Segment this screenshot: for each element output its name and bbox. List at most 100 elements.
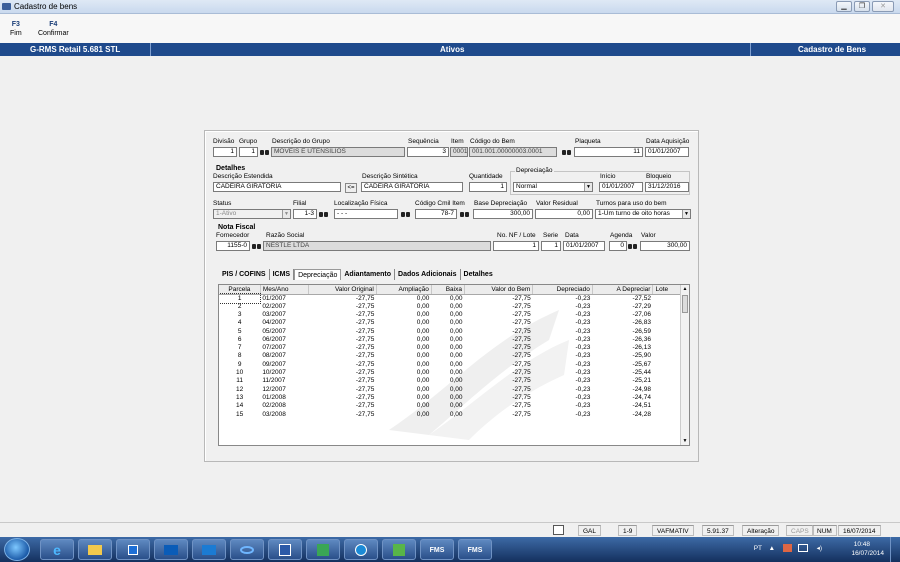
table-cell: 0,00 [416, 360, 430, 368]
sequencia-field[interactable]: 3 [407, 147, 449, 157]
depreciation-table: Parcela Mes/Ano Valor Original Ampliação Bai… [219, 285, 681, 419]
word-taskbar-icon[interactable] [268, 539, 302, 560]
column-header[interactable]: Valor do Bem [464, 285, 534, 295]
fornecedor-field[interactable]: 1155-0 [216, 241, 250, 251]
restore-button[interactable]: ❐ [854, 1, 870, 12]
table-row[interactable]: 6 06/2007 -27,75 0,00 0,00 -27,75 -0,23 -26,36 [219, 336, 681, 344]
start-button[interactable] [4, 538, 30, 561]
table-row[interactable]: 15 03/2008 -27,75 0,00 0,00 -27,75 -0,23 -24,28 [219, 410, 681, 418]
status-select[interactable]: 1-Ativo ▼ [213, 209, 291, 219]
explorer-taskbar-icon[interactable] [78, 539, 112, 560]
tray-expand-icon[interactable]: ▲ [769, 545, 775, 552]
volume-icon[interactable]: ◂) [817, 544, 822, 552]
localizacao-search-icon[interactable] [401, 210, 410, 218]
codigo-cmil-search-icon[interactable] [460, 210, 469, 218]
table-row[interactable]: 12 12/2007 -27,75 0,00 0,00 -27,75 -0,23 -24,98 [219, 385, 681, 393]
clock-date[interactable]: 16/07/2014 [851, 550, 884, 557]
tab-adiantamento[interactable]: Adiantamento [341, 269, 396, 280]
lync-taskbar-icon[interactable] [192, 539, 226, 560]
copy-description-button[interactable]: <= [345, 183, 357, 193]
scroll-thumb[interactable] [682, 295, 688, 313]
valor-field[interactable]: 300,00 [640, 241, 690, 251]
quantidade-field[interactable]: 1 [469, 182, 507, 192]
fms-taskbar-button-2[interactable]: FMS [458, 539, 492, 560]
column-header[interactable]: A Depreciar [592, 285, 654, 295]
table-row[interactable]: 2 02/2007 -27,75 0,00 0,00 -27,75 -0,23 -27,29 [219, 303, 681, 311]
codigo-cmil-field[interactable]: 78-7 [415, 209, 457, 219]
data-aquisicao-field[interactable]: 01/01/2007 [645, 147, 689, 157]
base-depreciacao-field[interactable]: 300,00 [473, 209, 533, 219]
language-indicator[interactable]: PT [754, 545, 762, 552]
hp-taskbar-icon[interactable] [344, 539, 378, 560]
column-header[interactable]: Mes/Ano [260, 285, 309, 295]
table-row[interactable]: 8 08/2007 -27,75 0,00 0,00 -27,75 -0,23 -25,90 [219, 352, 681, 360]
valor-residual-field[interactable]: 0,00 [535, 209, 593, 219]
table-row[interactable]: 1 01/2007 -27,75 0,00 0,00 -27,75 -0,23 -27,52 [219, 293, 681, 304]
table-cell: -27,75 [512, 319, 531, 327]
data-field[interactable]: 01/01/2007 [563, 241, 605, 251]
column-header[interactable]: Valor Original [308, 285, 377, 295]
turnos-select[interactable]: 1-Um turno de oito horas ▼ [595, 209, 691, 219]
table-row[interactable]: 3 03/2007 -27,75 0,00 0,00 -27,75 -0,23 -27,06 [219, 311, 681, 319]
grid-scrollbar[interactable]: ▲ ▼ [680, 285, 689, 445]
table-row[interactable]: 13 01/2008 -27,75 0,00 0,00 -27,75 -0,23 -24,74 [219, 394, 681, 402]
outlook-taskbar-icon[interactable] [154, 539, 188, 560]
scroll-down-icon[interactable]: ▼ [681, 437, 689, 445]
tab-icms[interactable]: ICMS [270, 269, 295, 280]
grupo-search-icon[interactable] [260, 148, 269, 156]
desc-estendida-field[interactable]: CADEIRA GIRATORIA [213, 182, 341, 192]
divisao-field[interactable]: 1 [213, 147, 237, 157]
bloqueio-field[interactable]: 31/12/2016 [645, 182, 689, 192]
tab-depreciacao[interactable]: Depreciação [294, 269, 342, 280]
network-icon[interactable] [798, 544, 808, 552]
table-row[interactable]: 7 07/2007 -27,75 0,00 0,00 -27,75 -0,23 -26,13 [219, 344, 681, 352]
flag-icon[interactable] [783, 544, 792, 552]
show-desktop-button[interactable] [890, 537, 900, 562]
confirmar-button[interactable]: F4 Confirmar [38, 20, 69, 38]
table-row[interactable]: 14 02/2008 -27,75 0,00 0,00 -27,75 -0,23 -24,51 [219, 402, 681, 410]
table-row[interactable]: 10 10/2007 -27,75 0,00 0,00 -27,75 -0,23 -25,44 [219, 369, 681, 377]
close-button[interactable]: ✕ [872, 1, 894, 12]
table-cell: 4 [237, 319, 242, 327]
table-cell [653, 311, 681, 319]
setup-taskbar-icon[interactable] [382, 539, 416, 560]
app-taskbar-icon[interactable] [230, 539, 264, 560]
serie-field[interactable]: 1 [541, 241, 561, 251]
column-header[interactable]: Parcela [219, 285, 261, 295]
codigo-bem-search-icon[interactable] [562, 148, 571, 156]
table-row[interactable]: 11 11/2007 -27,75 0,00 0,00 -27,75 -0,23 -25,21 [219, 377, 681, 385]
agenda-field[interactable]: 0 [609, 241, 627, 251]
fms-taskbar-button-1[interactable]: FMS [420, 539, 454, 560]
scroll-up-icon[interactable]: ▲ [681, 285, 689, 293]
desc-sintetica-field[interactable]: CADEIRA GIRATORIA [361, 182, 463, 192]
filial-search-icon[interactable] [319, 210, 328, 218]
tab-detalhes[interactable]: Detalhes [461, 269, 496, 280]
agenda-search-icon[interactable] [628, 242, 637, 250]
localizacao-field[interactable]: - - - [334, 209, 398, 219]
tab-dados-adicionais[interactable]: Dados Adicionais [395, 269, 461, 280]
inicio-field[interactable]: 01/01/2007 [599, 182, 643, 192]
table-cell: -27,75 [355, 393, 375, 401]
filial-field[interactable]: 1-3 [293, 209, 317, 219]
column-header[interactable]: Depreciado [532, 285, 593, 295]
ie-taskbar-icon[interactable]: e [40, 539, 74, 560]
media-taskbar-icon[interactable] [116, 539, 150, 560]
column-header[interactable]: Baixa [431, 285, 465, 295]
tab-pis-cofins[interactable]: PIS / COFINS [219, 269, 270, 280]
minimize-button[interactable]: ▁ [836, 1, 852, 12]
column-header[interactable]: Lote [652, 285, 681, 295]
nf-lote-field[interactable]: 1 [493, 241, 539, 251]
tool-taskbar-icon[interactable] [306, 539, 340, 560]
app-icon [2, 3, 11, 10]
table-row[interactable]: 4 04/2007 -27,75 0,00 0,00 -27,75 -0,23 -26,83 [219, 319, 681, 327]
table-cell: 8 [237, 352, 242, 360]
clock-time[interactable]: 10:48 [854, 541, 870, 548]
fim-button[interactable]: F3 Fim [10, 20, 22, 38]
column-header[interactable]: Ampliação [376, 285, 432, 295]
fornecedor-search-icon[interactable] [252, 242, 261, 250]
table-row[interactable]: 9 09/2007 -27,75 0,00 0,00 -27,75 -0,23 -25,67 [219, 361, 681, 369]
table-row[interactable]: 5 05/2007 -27,75 0,00 0,00 -27,75 -0,23 -26,59 [219, 327, 681, 335]
depreciacao-select[interactable]: Normal ▼ [513, 182, 593, 192]
grupo-field[interactable]: 1 [239, 147, 258, 157]
plaqueta-field[interactable]: 11 [574, 147, 643, 157]
